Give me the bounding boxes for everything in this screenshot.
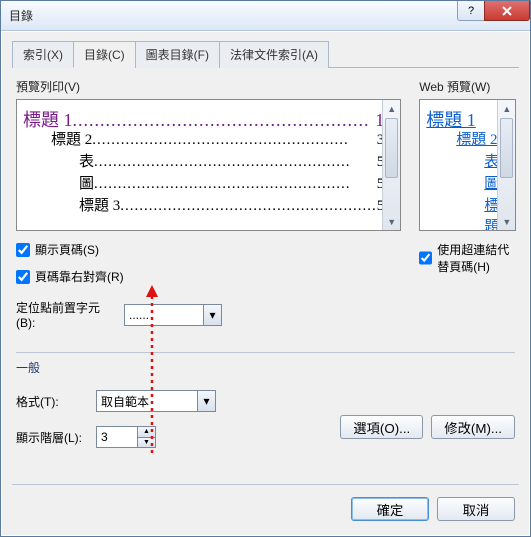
hyperlink-checkbox[interactable]: 使用超連結代替頁碼(H) [419,241,516,275]
general-section-title: 一般 [16,359,515,376]
chevron-down-icon[interactable]: ▾ [197,391,215,411]
toc-line: 標題 2 ...................................… [23,128,384,150]
web-link[interactable]: 標題 2 [426,128,499,150]
print-preview-box: ▲ ▼ 標題 1 ...............................… [16,99,401,231]
web-link[interactable]: 圖 [426,172,499,194]
close-button[interactable] [484,1,530,21]
tab-authorities[interactable]: 法律文件索引(A) [219,41,329,68]
cancel-button[interactable]: 取消 [437,497,515,521]
leader-combo[interactable]: ...... ▾ [124,304,222,326]
right-align-checkbox[interactable]: 頁碼靠右對齊(R) [16,268,401,285]
close-icon [501,6,513,16]
print-preview-label: 預覽列印(V) [16,78,401,95]
leader-label: 定位點前置字元(B): [16,299,116,330]
window-title: 目錄 [9,7,33,24]
web-link[interactable]: 標題 3 [426,194,499,216]
toc-line: 表 ......................................… [23,150,384,172]
format-label: 格式(T): [16,393,88,410]
ok-button[interactable]: 確定 [351,497,429,521]
spin-up-icon[interactable]: ▲ [138,426,156,438]
toc-line: 圖 ......................................… [23,172,384,194]
modify-button[interactable]: 修改(M)... [431,415,515,439]
scroll-up-icon[interactable]: ▲ [383,100,400,117]
tab-bar: 索引(X) 目錄(C) 圖表目錄(F) 法律文件索引(A) [12,40,519,68]
web-preview-label: Web 預覽(W) [419,78,516,95]
levels-input[interactable] [96,426,138,448]
dialog-content: 索引(X) 目錄(C) 圖表目錄(F) 法律文件索引(A) 預覽列印(V) ▲ … [1,31,530,536]
web-link[interactable]: 標題 1 [426,106,499,128]
tab-index[interactable]: 索引(X) [12,41,74,68]
toc-line: 標題 1 ...................................… [23,106,384,128]
scroll-up-icon[interactable]: ▲ [498,100,515,117]
right-align-input[interactable] [16,270,30,284]
chevron-down-icon[interactable]: ▾ [203,305,221,325]
web-preview-box: ▲ ▼ 標題 1 標題 2 表 圖 標題 3 [419,99,516,231]
tab-figure-index[interactable]: 圖表目錄(F) [135,41,220,68]
divider [12,484,519,485]
help-button[interactable]: ? [457,1,485,21]
show-page-checkbox[interactable]: 顯示頁碼(S) [16,241,401,258]
titlebar: 目錄 ? [1,1,530,31]
divider [16,352,515,353]
options-button[interactable]: 選項(O)... [340,415,423,439]
levels-spinner[interactable]: ▲ ▼ [96,426,156,448]
toc-line: 標題 3 ...................................… [23,194,384,216]
tab-toc[interactable]: 目錄(C) [73,41,136,68]
hyperlink-input[interactable] [419,251,432,265]
scroll-down-icon[interactable]: ▼ [498,213,515,230]
scroll-down-icon[interactable]: ▼ [383,213,400,230]
levels-label: 顯示階層(L): [16,429,88,446]
help-icon: ? [468,5,474,17]
dialog-window: 目錄 ? 索引(X) 目錄(C) 圖表目錄(F) 法律文件索引(A) 預覽列印(… [0,0,531,537]
show-page-input[interactable] [16,243,30,257]
scrollbar-thumb[interactable] [500,118,513,178]
spin-down-icon[interactable]: ▼ [138,438,156,449]
web-link[interactable]: 表 [426,150,499,172]
format-combo[interactable]: 取自範本 ▾ [96,390,216,412]
scrollbar-thumb[interactable] [385,118,398,178]
